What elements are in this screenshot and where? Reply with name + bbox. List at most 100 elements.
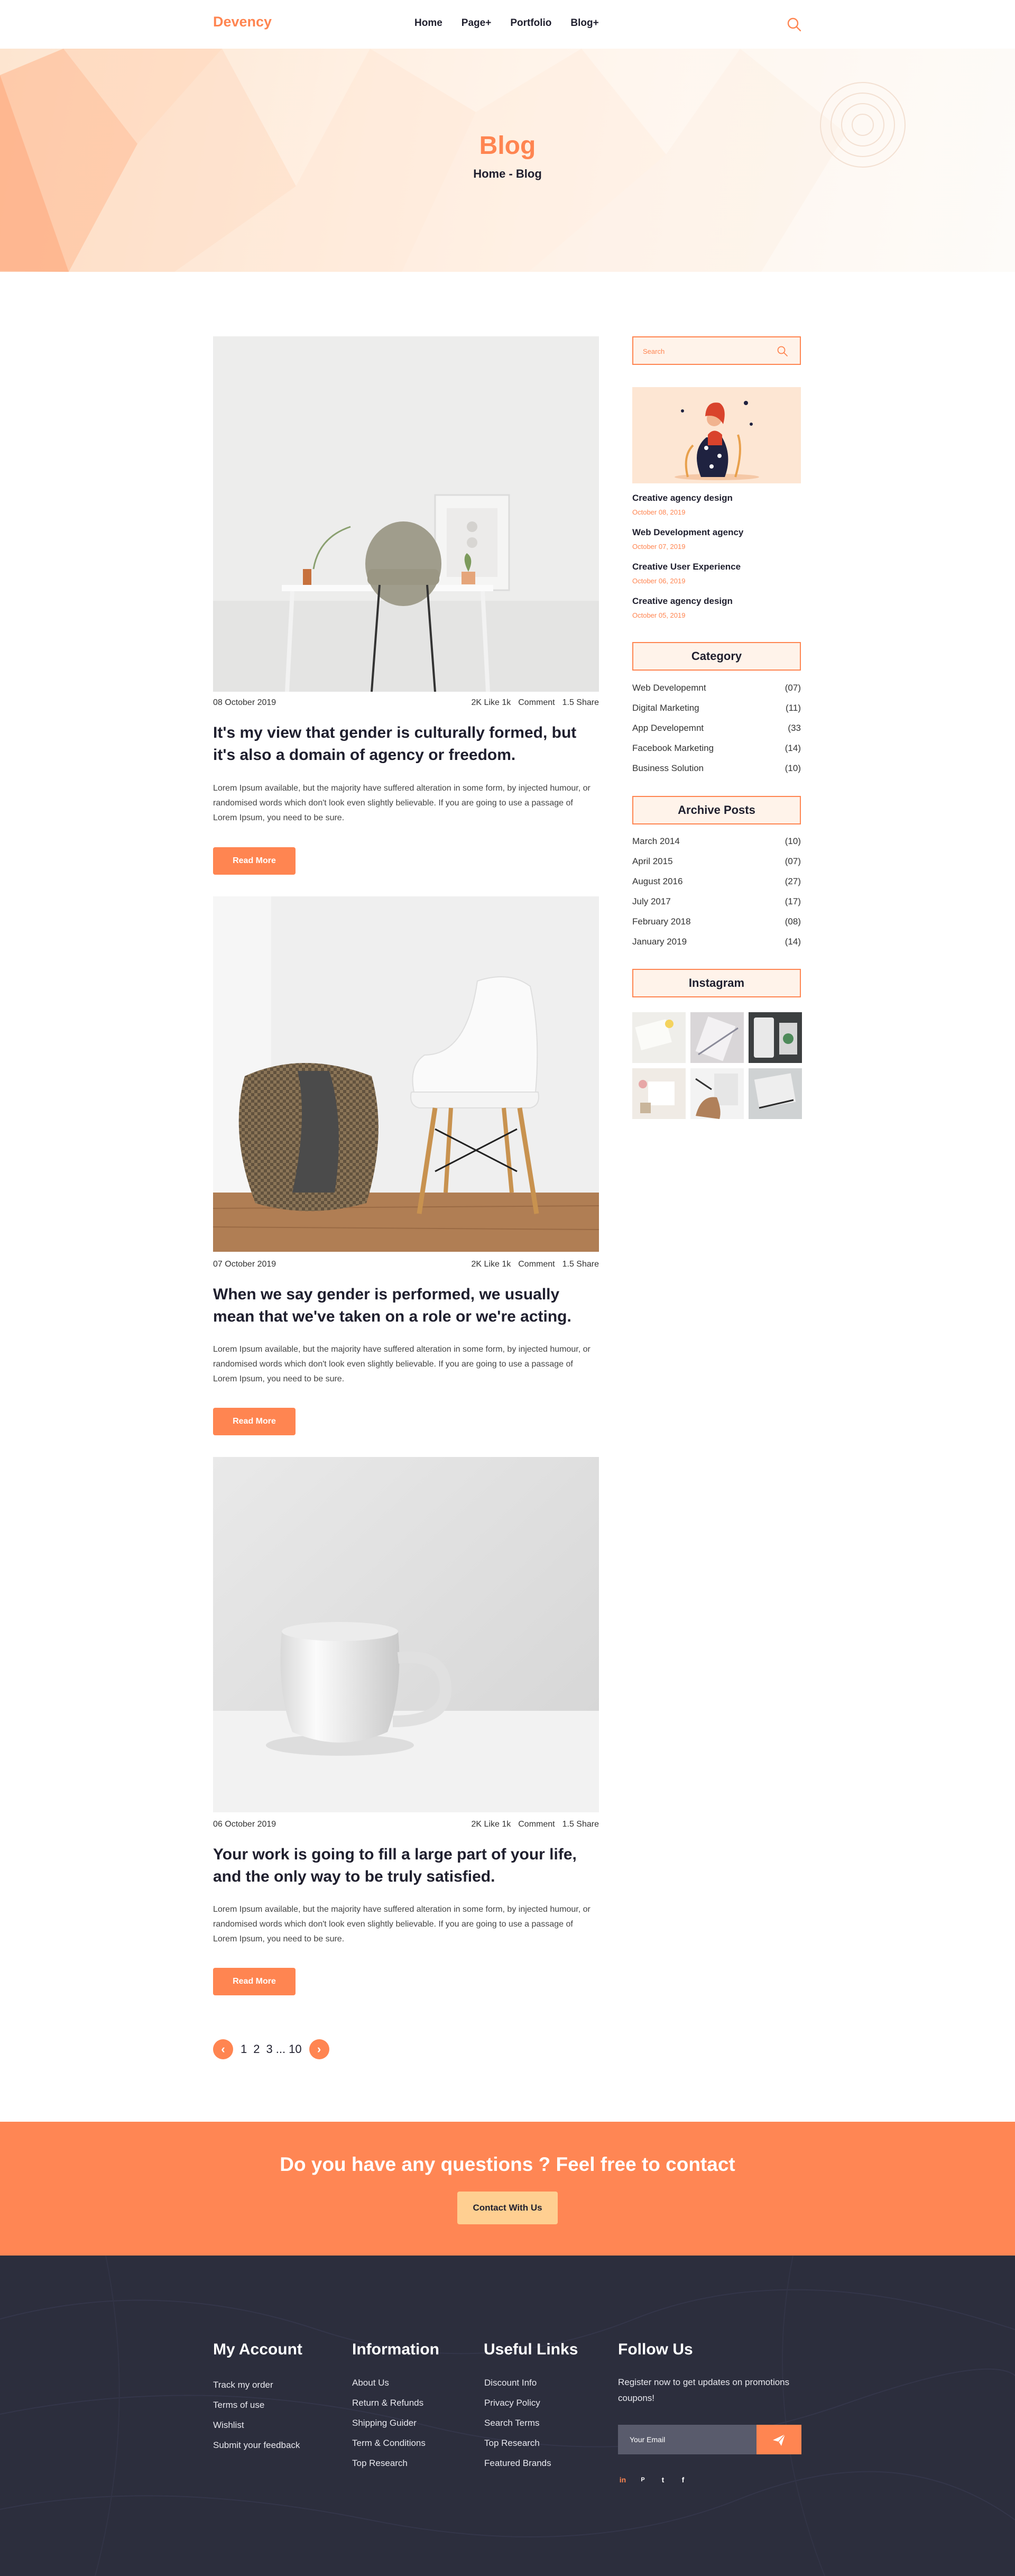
post-date: 08 October 2019 [213,698,276,707]
site-header: Devency Home Page+ Portfolio Blog+ [0,0,1015,49]
contact-cta: Do you have any questions ? Feel free to… [0,2122,1015,2256]
post-stats: 2K Like 1k Comment 1.5 Share [464,1260,599,1269]
post-title[interactable]: Your work is going to fill a large part … [213,1844,599,1888]
nav-home[interactable]: Home [414,17,442,29]
category-item[interactable]: Business Solution (10) [632,763,801,776]
post-excerpt: Lorem Ipsum available, but the majority … [213,1905,590,1944]
page-title: Blog [479,132,536,160]
twitter-icon[interactable]: t [658,2475,668,2485]
footer-link[interactable]: Privacy Policy [484,2398,540,2408]
footer-link[interactable]: Term & Conditions [352,2438,426,2449]
footer-link[interactable]: Track my order [213,2380,273,2390]
archive-item[interactable]: July 2017 (17) [632,896,801,909]
nav-page[interactable]: Page+ [462,17,492,29]
search-icon[interactable] [777,345,788,357]
footer-link[interactable]: Discount Info [484,2378,537,2388]
recent-post-title[interactable]: Web Development agency [632,527,743,538]
featured-illustration[interactable] [632,387,801,483]
post-image-chair[interactable] [213,896,599,1252]
footer-link[interactable]: Top Research [352,2458,408,2469]
footer-link[interactable]: Top Research [484,2438,540,2449]
linkedin-icon[interactable]: in [618,2475,628,2485]
footer-link[interactable]: Search Terms [484,2418,540,2428]
search-icon[interactable] [786,16,802,32]
post-title[interactable]: When we say gender is performed, we usua… [213,1284,599,1328]
instagram-photo[interactable] [749,1068,802,1119]
post-share[interactable]: 1.5 Share [562,1820,599,1829]
nav-portfolio[interactable]: Portfolio [510,17,551,29]
footer-pattern [0,2256,1015,2576]
read-more-button[interactable]: Read More [213,1968,296,1995]
footer-heading-useful: Useful Links [484,2341,578,2358]
page-link[interactable]: 10 [289,2042,301,2056]
post-comment[interactable]: Comment [518,1820,555,1829]
post-image-mug[interactable] [213,1457,599,1812]
main-nav: Home Page+ Portfolio Blog+ [414,17,618,29]
read-more-button[interactable]: Read More [213,1408,296,1435]
category-item[interactable]: Digital Marketing (11) [632,703,801,716]
sidebar-search [632,336,801,365]
recent-post-title[interactable]: Creative agency design [632,493,733,503]
category-item[interactable]: Facebook Marketing (14) [632,743,801,756]
footer-link[interactable]: Shipping Guider [352,2418,417,2428]
footer-heading-account: My Account [213,2341,302,2358]
footer-link[interactable]: Featured Brands [484,2458,551,2469]
post-meta: 08 October 2019 2K Like 1k Comment 1.5 Sha… [213,698,599,710]
footer-link[interactable]: Wishlist [213,2420,244,2431]
archive-item[interactable]: August 2016 (27) [632,876,801,889]
category-item[interactable]: Web Developemnt (07) [632,683,801,695]
instagram-photo[interactable] [749,1012,802,1063]
post-date: 07 October 2019 [213,1260,276,1269]
next-page-icon[interactable]: › [309,2039,329,2059]
page-link[interactable]: 1 [241,2042,247,2056]
post-date: 06 October 2019 [213,1820,276,1829]
page-banner: Blog Home - Blog [0,49,1015,272]
contact-button[interactable]: Contact With Us [457,2192,558,2224]
recent-post-date: October 07, 2019 [632,543,686,551]
read-more-button[interactable]: Read More [213,847,296,875]
breadcrumb[interactable]: Home - Blog [0,167,1015,181]
prev-page-icon[interactable]: ‹ [213,2039,233,2059]
instagram-photo[interactable] [632,1068,686,1119]
nav-blog[interactable]: Blog+ [570,17,598,29]
instagram-photo[interactable] [632,1012,686,1063]
footer-heading-follow: Follow Us [618,2341,693,2358]
send-button[interactable] [756,2425,801,2454]
page-link[interactable]: 2 [253,2042,260,2056]
post-image-desk[interactable] [213,336,599,692]
facebook-icon[interactable]: f [678,2475,688,2485]
post-comment[interactable]: Comment [518,698,555,707]
page-ellipsis: ... [275,2042,286,2056]
post-stats: 2K Like 1k Comment 1.5 Share [464,698,599,708]
search-input[interactable] [643,345,770,357]
post-likes[interactable]: 2K Like 1k [472,698,511,707]
post-share[interactable]: 1.5 Share [562,1260,599,1269]
post-likes[interactable]: 2K Like 1k [472,1260,511,1269]
archive-item[interactable]: January 2019 (14) [632,937,801,949]
page-link[interactable]: 3 [266,2042,273,2056]
archive-item[interactable]: March 2014 (10) [632,836,801,849]
site-logo[interactable]: Devency [213,14,272,30]
instagram-photo[interactable] [690,1012,744,1063]
post-excerpt: Lorem Ipsum available, but the majority … [213,784,590,822]
footer-link[interactable]: Terms of use [213,2400,264,2410]
pinterest-icon[interactable]: P [638,2475,648,2485]
email-field[interactable] [618,2425,756,2454]
recent-post-title[interactable]: Creative agency design [632,596,733,607]
archive-item[interactable]: February 2018 (08) [632,916,801,929]
post-excerpt: Lorem Ipsum available, but the majority … [213,1345,590,1383]
instagram-photo[interactable] [690,1068,744,1119]
category-item[interactable]: App Developemnt (33 [632,723,801,736]
footer-link[interactable]: Submit your feedback [213,2440,300,2451]
footer-link[interactable]: About Us [352,2378,389,2388]
footer-link[interactable]: Return & Refunds [352,2398,423,2408]
archive-item[interactable]: April 2015 (07) [632,856,801,869]
post-likes[interactable]: 2K Like 1k [472,1820,511,1829]
pagination: ‹ 1 2 3 ... 10 › [213,2039,329,2060]
post-meta: 07 October 2019 2K Like 1k Comment 1.5 Sha… [213,1260,599,1271]
post-comment[interactable]: Comment [518,1260,555,1269]
post-title[interactable]: It's my view that gender is culturally f… [213,722,599,766]
footer-heading-information: Information [352,2341,439,2358]
recent-post-title[interactable]: Creative User Experience [632,562,741,572]
post-share[interactable]: 1.5 Share [562,698,599,707]
